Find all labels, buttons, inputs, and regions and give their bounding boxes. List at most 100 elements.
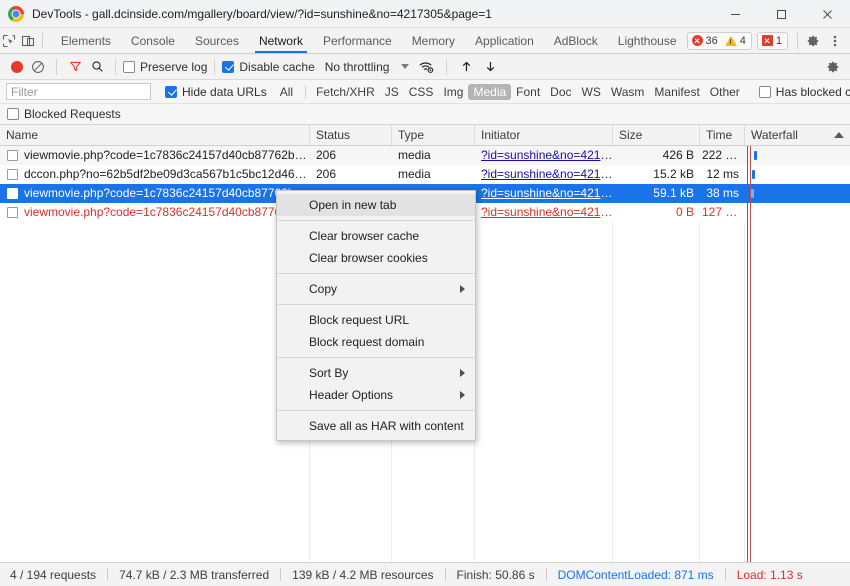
menu-item-block-request-domain[interactable]: Block request domain bbox=[277, 331, 475, 353]
import-har-icon[interactable] bbox=[454, 60, 478, 73]
row-name-cell[interactable]: viewmovie.php?code=1c7836c24157d40cb8776… bbox=[0, 203, 310, 222]
menu-item-sort-by[interactable]: Sort By bbox=[277, 362, 475, 384]
blocked-requests-label: Blocked Requests bbox=[24, 107, 121, 121]
gear-icon[interactable] bbox=[802, 30, 824, 52]
row-size-cell: 15.2 kB bbox=[653, 167, 694, 181]
filter-type-all[interactable]: All bbox=[275, 84, 298, 100]
initiator-link[interactable]: ?id=sunshine&no=4217… bbox=[481, 186, 613, 200]
sort-ascending-icon bbox=[834, 132, 844, 138]
filter-type-manifest[interactable]: Manifest bbox=[649, 84, 704, 100]
column-header-time[interactable]: Time bbox=[700, 125, 745, 145]
filter-type-doc[interactable]: Doc bbox=[545, 84, 576, 100]
tab-lighthouse[interactable]: Lighthouse bbox=[608, 28, 687, 53]
tab-sources[interactable]: Sources bbox=[185, 28, 249, 53]
network-conditions-icon[interactable] bbox=[413, 60, 439, 74]
tab-memory[interactable]: Memory bbox=[402, 28, 465, 53]
issues-counter[interactable]: 1 bbox=[756, 31, 788, 50]
warning-icon bbox=[724, 35, 737, 46]
row-checkbox[interactable] bbox=[7, 207, 18, 218]
export-har-icon[interactable] bbox=[478, 60, 502, 73]
filter-funnel-icon[interactable] bbox=[64, 60, 86, 73]
row-type-cell: media bbox=[398, 167, 431, 181]
tab-network[interactable]: Network bbox=[249, 28, 313, 53]
clear-requests-icon[interactable] bbox=[27, 60, 49, 74]
preserve-log-label: Preserve log bbox=[140, 59, 208, 74]
tab-application[interactable]: Application bbox=[465, 28, 544, 53]
status-divider bbox=[444, 568, 446, 581]
disable-cache-checkbox[interactable]: Disable cache bbox=[222, 60, 315, 74]
filter-type-fetch-xhr[interactable]: Fetch/XHR bbox=[311, 84, 380, 100]
maximize-button[interactable] bbox=[758, 0, 804, 28]
menu-item-clear-browser-cache[interactable]: Clear browser cache bbox=[277, 225, 475, 247]
more-vertical-icon[interactable] bbox=[824, 30, 846, 52]
status-divider bbox=[545, 568, 547, 581]
status-resources: 139 kB / 4.2 MB resources bbox=[292, 567, 434, 582]
row-name-cell[interactable]: viewmovie.php?code=1c7836c24157d40cb8776… bbox=[0, 146, 310, 165]
row-initiator-cell[interactable]: ?id=sunshine&no=4217… bbox=[475, 146, 613, 165]
filter-type-media[interactable]: Media bbox=[468, 83, 512, 100]
disable-cache-box bbox=[222, 60, 235, 73]
request-name: dccon.php?no=62b5df2be09d3ca567b1c5bc12d… bbox=[24, 167, 310, 181]
record-stop-icon[interactable] bbox=[7, 60, 27, 73]
row-initiator-cell[interactable]: ?id=sunshine&no=4217… bbox=[475, 184, 613, 203]
row-initiator-cell[interactable]: ?id=sunshine&no=4217… bbox=[475, 203, 613, 222]
row-checkbox[interactable] bbox=[7, 150, 18, 161]
status-load: Load: 1.13 s bbox=[736, 567, 803, 582]
tab-adblock[interactable]: AdBlock bbox=[544, 28, 608, 53]
filter-type-img[interactable]: Img bbox=[438, 84, 468, 100]
column-header-initiator[interactable]: Initiator bbox=[475, 125, 613, 145]
devtools-panel-tabbar: Elements Console Sources Network Perform… bbox=[0, 28, 850, 54]
blocked-requests-checkbox[interactable]: Blocked Requests bbox=[7, 107, 121, 121]
minimize-button[interactable] bbox=[712, 0, 758, 28]
search-icon[interactable] bbox=[86, 60, 108, 73]
filter-type-js[interactable]: JS bbox=[380, 84, 404, 100]
initiator-link[interactable]: ?id=sunshine&no=4217… bbox=[481, 148, 613, 162]
filter-type-font[interactable]: Font bbox=[511, 84, 545, 100]
filter-type-ws[interactable]: WS bbox=[577, 84, 606, 100]
menu-item-copy[interactable]: Copy bbox=[277, 278, 475, 300]
throttling-select[interactable]: No throttling bbox=[325, 60, 390, 74]
menu-item-save-all-as-har[interactable]: Save all as HAR with content bbox=[277, 415, 475, 437]
row-checkbox[interactable] bbox=[7, 169, 18, 180]
error-icon bbox=[691, 35, 703, 46]
table-row[interactable]: viewmovie.php?code=1c7836c24157d40cb8776… bbox=[0, 146, 850, 165]
preserve-log-checkbox[interactable]: Preserve log bbox=[123, 60, 207, 74]
device-toolbar-icon[interactable] bbox=[19, 28, 38, 53]
netbar-divider-3 bbox=[214, 58, 216, 75]
tab-console[interactable]: Console bbox=[121, 28, 185, 53]
has-blocked-cookies-checkbox[interactable]: Has blocked cookies bbox=[758, 85, 850, 99]
row-name-cell[interactable]: dccon.php?no=62b5df2be09d3ca567b1c5bc12d… bbox=[0, 165, 310, 184]
column-header-type[interactable]: Type bbox=[392, 125, 475, 145]
network-settings-gear-icon[interactable] bbox=[822, 56, 844, 78]
table-row[interactable]: dccon.php?no=62b5df2be09d3ca567b1c5bc12d… bbox=[0, 165, 850, 184]
menu-item-header-options[interactable]: Header Options bbox=[277, 384, 475, 406]
close-button[interactable] bbox=[804, 0, 850, 28]
initiator-link[interactable]: ?id=sunshine&no=4217… bbox=[481, 205, 613, 219]
initiator-link[interactable]: ?id=sunshine&no=4217… bbox=[481, 167, 613, 181]
menu-item-clear-browser-cookies[interactable]: Clear browser cookies bbox=[277, 247, 475, 269]
hide-data-urls-checkbox[interactable]: Hide data URLs bbox=[165, 85, 267, 99]
row-waterfall-cell bbox=[745, 184, 850, 203]
tab-elements[interactable]: Elements bbox=[51, 28, 121, 53]
column-header-name[interactable]: Name bbox=[0, 125, 310, 145]
error-warning-counter[interactable]: 36 4 bbox=[686, 31, 752, 50]
filter-type-css[interactable]: CSS bbox=[404, 84, 439, 100]
row-checkbox[interactable] bbox=[7, 188, 18, 199]
row-name-cell[interactable]: viewmovie.php?code=1c7836c24157d40cb8776… bbox=[0, 184, 310, 203]
tab-performance[interactable]: Performance bbox=[313, 28, 402, 53]
row-waterfall-cell bbox=[745, 146, 850, 165]
menu-item-block-request-url[interactable]: Block request URL bbox=[277, 309, 475, 331]
column-header-size[interactable]: Size bbox=[613, 125, 700, 145]
filter-type-other[interactable]: Other bbox=[705, 84, 745, 100]
submenu-arrow-icon bbox=[460, 285, 465, 293]
filter-type-wasm[interactable]: Wasm bbox=[606, 84, 650, 100]
chevron-down-icon[interactable] bbox=[401, 64, 410, 69]
row-initiator-cell[interactable]: ?id=sunshine&no=4217… bbox=[475, 165, 613, 184]
column-header-waterfall[interactable]: Waterfall bbox=[745, 125, 850, 145]
network-status-bar: 4 / 194 requests 74.7 kB / 2.3 MB transf… bbox=[0, 562, 850, 586]
filter-input[interactable] bbox=[6, 83, 151, 100]
column-header-status[interactable]: Status bbox=[310, 125, 392, 145]
submenu-arrow-icon bbox=[460, 391, 465, 399]
menu-item-open-in-new-tab[interactable]: Open in new tab bbox=[277, 194, 475, 216]
inspect-element-icon[interactable] bbox=[0, 28, 19, 53]
